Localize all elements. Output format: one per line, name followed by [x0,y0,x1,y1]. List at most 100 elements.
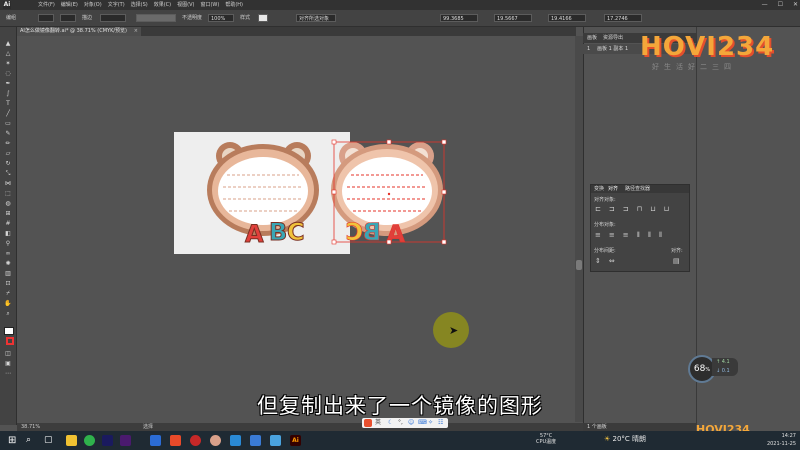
style-swatch[interactable] [258,14,268,22]
menu-edit[interactable]: 编辑(E) [61,0,78,10]
shape-builder-tool-icon[interactable]: ◍ [4,201,12,207]
gradient-tool-icon[interactable]: ◧ [4,231,12,237]
zoom-tool-icon[interactable]: ⌕ [4,311,12,317]
eyedropper-tool-icon[interactable]: ⚲ [4,241,12,247]
eraser-tool-icon[interactable]: ▱ [4,151,12,157]
ime-moon-icon[interactable]: ☾ [388,418,393,428]
distribute-top-icon[interactable]: ≡ [595,231,601,240]
distribute-v-space-icon[interactable]: ⇕ [595,257,601,265]
scale-tool-icon[interactable]: ⤡ [4,171,12,177]
magic-wand-tool-icon[interactable]: ✶ [4,61,12,67]
graph-tool-icon[interactable]: ▥ [4,271,12,277]
mesh-tool-icon[interactable]: # [4,221,12,227]
selection-tool-icon[interactable]: ▲ [4,41,12,47]
menu-help[interactable]: 帮助(H) [225,0,243,10]
tab-artboards[interactable]: 画板 [587,33,597,43]
free-transform-tool-icon[interactable]: ⬚ [4,191,12,197]
stroke-color-icon[interactable] [6,337,14,345]
app-grid-icon[interactable] [250,435,261,446]
rotate-tool-icon[interactable]: ↻ [4,161,12,167]
menu-type[interactable]: 文字(T) [108,0,125,10]
variable-width-profile[interactable] [136,14,176,22]
height-field[interactable]: 17.2746 [604,14,642,22]
stroke-width-field[interactable] [100,14,126,22]
direct-selection-tool-icon[interactable]: △ [4,51,12,57]
paintbrush-tool-icon[interactable]: ✎ [4,131,12,137]
tab-transform[interactable]: 变换 [594,185,604,193]
close-button[interactable]: ✕ [793,0,798,10]
hand-tool-icon[interactable]: ✋ [4,301,12,307]
ime-keyboard-icon[interactable]: ⌨ [418,418,427,428]
distribute-h-space-icon[interactable]: ⇔ [609,257,615,265]
width-tool-icon[interactable]: ⋈ [4,181,12,187]
align-to-dropdown-icon[interactable]: ▤ [673,257,680,265]
menu-effect[interactable]: 效果(C) [154,0,171,10]
menu-view[interactable]: 视图(V) [177,0,194,10]
screen-mode-icon[interactable]: ▣ [4,361,12,367]
ime-language[interactable]: 英 [375,418,381,428]
close-tab-icon[interactable]: × [134,27,138,36]
align-vcenter-icon[interactable]: ⊔ [650,205,655,213]
file-explorer-icon[interactable] [66,435,77,446]
align-left-icon[interactable]: ⊏ [595,205,601,213]
weather-widget[interactable]: ☀ 20°C 晴朗 [604,434,646,444]
align-right-icon[interactable]: ⊐ [623,205,629,213]
document-tab[interactable]: AI怎么做镜像翻转.ai* @ 38.71% (CMYK/预览) × [16,27,141,36]
align-bottom-icon[interactable]: ⊔ [664,205,669,213]
width-field[interactable]: 19.4166 [548,14,586,22]
distribute-bottom-icon[interactable]: ≡ [623,231,629,240]
distribute-hcenter-icon[interactable]: ⦀ [648,231,651,240]
minimize-button[interactable]: — [762,0,768,10]
tab-asset-export[interactable]: 资源导出 [603,33,623,43]
fill-color-icon[interactable] [4,327,14,335]
blend-tool-icon[interactable]: ∞ [4,251,12,257]
scrollbar-thumb[interactable] [576,260,582,270]
ime-emoji-icon[interactable]: ☺ [408,418,414,428]
slice-tool-icon[interactable]: ⌿ [4,291,12,297]
avatar-icon[interactable] [210,435,221,446]
menu-window[interactable]: 窗口(W) [200,0,219,10]
y-field[interactable]: 19.5667 [494,14,532,22]
align-top-icon[interactable]: ⊓ [637,205,642,213]
start-icon[interactable]: ⊞ [8,435,19,446]
line-tool-icon[interactable]: ╱ [4,111,12,117]
fill-swatch[interactable] [38,14,54,22]
stroke-swatch[interactable] [60,14,76,22]
vertical-scrollbar[interactable] [575,36,583,422]
lasso-tool-icon[interactable]: ◌ [4,71,12,77]
artboard-tool-icon[interactable]: ⊡ [4,281,12,287]
ime-punct-icon[interactable]: °, [398,418,403,428]
app-orange-icon[interactable] [170,435,181,446]
symbol-sprayer-tool-icon[interactable]: ✺ [4,261,12,267]
pen-tool-icon[interactable]: ✒ [4,81,12,87]
menu-select[interactable]: 选择(S) [131,0,148,10]
menu-object[interactable]: 对象(O) [84,0,102,10]
zoom-level[interactable]: 38.71% [21,423,40,431]
wechat-icon[interactable] [84,435,95,446]
menu-file[interactable]: 文件(F) [38,0,55,10]
search-icon[interactable]: ⌕ [26,435,37,446]
record-icon[interactable] [190,435,201,446]
ime-skin-icon[interactable]: ✧ [428,418,433,428]
distribute-right-icon[interactable]: ⦀ [659,231,662,240]
drawing-modes-icon[interactable]: ◫ [4,351,12,357]
tab-pathfinder[interactable]: 路径查找器 [625,185,650,193]
task-view-icon[interactable]: ▢ [44,435,55,446]
opacity-field[interactable]: 100% [208,14,234,22]
media-encoder-icon[interactable] [102,435,113,446]
audition-icon[interactable] [120,435,131,446]
x-field[interactable]: 99.3685 [440,14,478,22]
canvas-area[interactable]: A B C A B C [17,36,575,422]
curvature-tool-icon[interactable]: ∫ [4,91,12,97]
tab-align[interactable]: 对齐 [608,185,618,193]
align-hcenter-icon[interactable]: ⊐ [609,205,615,213]
align-to-dropdown[interactable]: 对齐所选对象 [296,14,336,22]
app-blue-icon[interactable] [150,435,161,446]
distribute-vcenter-icon[interactable]: ≡ [609,231,615,240]
type-tool-icon[interactable]: T [4,101,12,107]
system-clock[interactable]: 14:27 2021-11-25 [767,432,796,448]
illustrator-icon[interactable]: Ai [290,435,301,446]
distribute-left-icon[interactable]: ⦀ [637,231,640,240]
cloud-icon[interactable] [270,435,281,446]
rectangle-tool-icon[interactable]: ▭ [4,121,12,127]
